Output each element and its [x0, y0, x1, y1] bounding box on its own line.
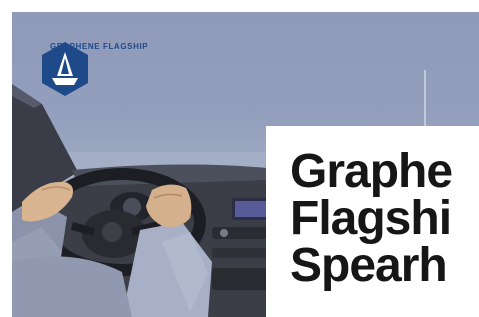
headline-line-2: Flagshi: [290, 192, 452, 245]
headline-line-3: Spearh: [290, 239, 448, 292]
headline-card: Graphe Flagshi Spearh: [266, 126, 479, 317]
hexagon-ship-icon: [42, 42, 88, 96]
graphene-flagship-logo[interactable]: GRAPHENE FLAGSHIP: [40, 40, 148, 96]
headline-line-1: Graphe: [290, 145, 453, 198]
page: GRAPHENE FLAGSHIP Graphe Flagshi Spearh: [0, 0, 479, 317]
headline: Graphe Flagshi Spearh: [290, 145, 453, 292]
